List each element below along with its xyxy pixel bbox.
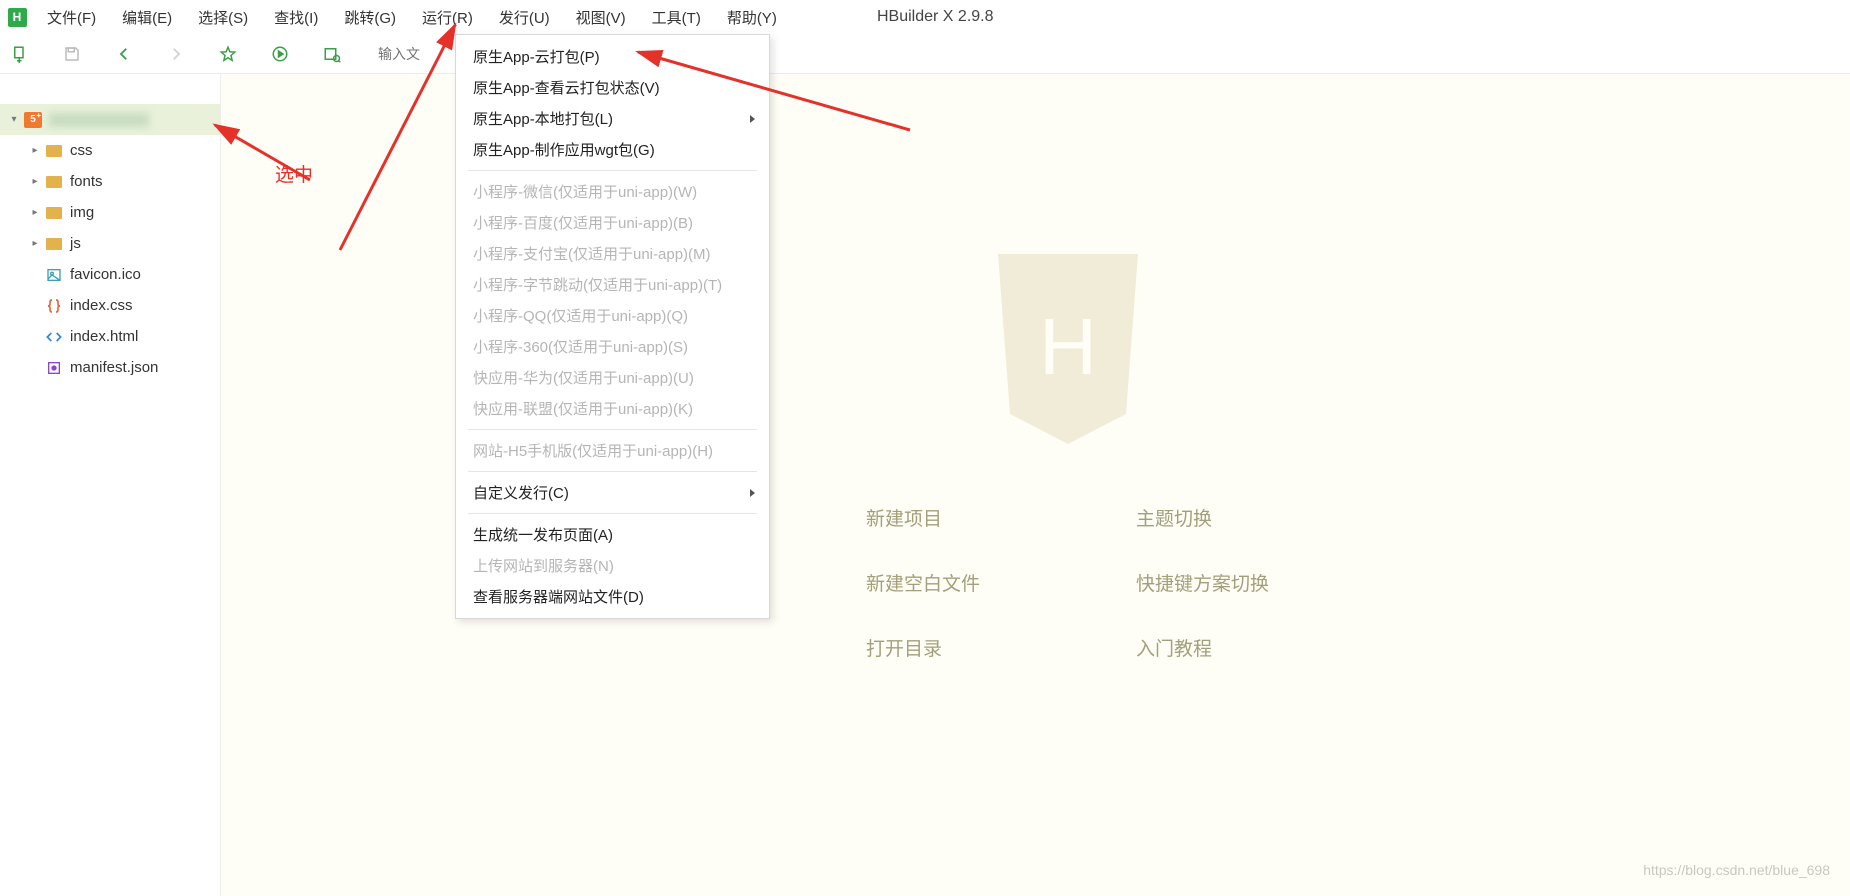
- quick-link[interactable]: 主题切换: [1136, 504, 1406, 531]
- dd-item: 上传网站到服务器(N): [456, 550, 769, 581]
- back-icon[interactable]: [112, 42, 136, 66]
- dd-separator: [468, 471, 757, 472]
- star-icon[interactable]: [216, 42, 240, 66]
- target-icon: [45, 359, 63, 377]
- tag-icon: [45, 328, 63, 346]
- chevron-right-icon: ▸: [28, 207, 42, 218]
- icon-toolbar: [0, 34, 1850, 74]
- project-tree: ▾ 5 ▸css▸fonts▸img▸js favicon.icoindex.c…: [0, 74, 221, 896]
- menu-9[interactable]: 帮助(Y): [714, 0, 790, 34]
- menu-3[interactable]: 查找(I): [261, 0, 331, 34]
- dd-item: 小程序-QQ(仅适用于uni-app)(Q): [456, 300, 769, 331]
- publish-menu-dropdown: 原生App-云打包(P)原生App-查看云打包状态(V)原生App-本地打包(L…: [455, 34, 770, 619]
- dd-item[interactable]: 查看服务器端网站文件(D): [456, 581, 769, 612]
- tree-folder-js[interactable]: ▸js: [0, 228, 220, 259]
- tree-file-manifest.json[interactable]: manifest.json: [0, 352, 220, 383]
- dd-separator: [468, 429, 757, 430]
- dd-item: 快应用-华为(仅适用于uni-app)(U): [456, 362, 769, 393]
- app-logo-letter: H: [8, 8, 27, 27]
- quick-link[interactable]: 新建项目: [866, 504, 1136, 531]
- folder-icon: [45, 204, 63, 222]
- quick-links: 新建项目新建空白文件打开目录 主题切换快捷键方案切换入门教程: [866, 504, 1406, 661]
- tree-root[interactable]: ▾ 5: [0, 104, 220, 135]
- menu-6[interactable]: 发行(U): [486, 0, 563, 34]
- quick-link[interactable]: 打开目录: [866, 634, 1136, 661]
- quick-link[interactable]: 入门教程: [1136, 634, 1406, 661]
- forward-icon[interactable]: [164, 42, 188, 66]
- chevron-right-icon: ▸: [28, 238, 42, 249]
- tree-folder-img[interactable]: ▸img: [0, 197, 220, 228]
- app-logo: H: [0, 0, 34, 34]
- tree-file-index.html[interactable]: index.html: [0, 321, 220, 352]
- project-name-blurred: [49, 113, 149, 127]
- dd-item: 小程序-百度(仅适用于uni-app)(B): [456, 207, 769, 238]
- dd-item[interactable]: 生成统一发布页面(A): [456, 519, 769, 550]
- dd-item: 小程序-360(仅适用于uni-app)(S): [456, 331, 769, 362]
- dd-item[interactable]: 自定义发行(C): [456, 477, 769, 508]
- menu-8[interactable]: 工具(T): [639, 0, 714, 34]
- tree-file-favicon.ico[interactable]: favicon.ico: [0, 259, 220, 290]
- annotation-label: 选中: [275, 160, 313, 187]
- dd-item[interactable]: 原生App-查看云打包状态(V): [456, 72, 769, 103]
- menu-bar: H 文件(F)编辑(E)选择(S)查找(I)跳转(G)运行(R)发行(U)视图(…: [0, 0, 1850, 34]
- run-icon[interactable]: [268, 42, 292, 66]
- dd-item[interactable]: 原生App-制作应用wgt包(G): [456, 134, 769, 165]
- chevron-right-icon: ▸: [28, 176, 42, 187]
- menu-4[interactable]: 跳转(G): [331, 0, 409, 34]
- dd-separator: [468, 170, 757, 171]
- project-badge-icon: 5: [24, 111, 42, 129]
- new-file-icon[interactable]: [8, 42, 32, 66]
- menu-2[interactable]: 选择(S): [185, 0, 261, 34]
- dd-item: 小程序-字节跳动(仅适用于uni-app)(T): [456, 269, 769, 300]
- tree-file-index.css[interactable]: index.css: [0, 290, 220, 321]
- quick-link[interactable]: 新建空白文件: [866, 569, 1136, 596]
- quick-link[interactable]: 快捷键方案切换: [1136, 569, 1406, 596]
- dd-item: 网站-H5手机版(仅适用于uni-app)(H): [456, 435, 769, 466]
- menu-0[interactable]: 文件(F): [34, 0, 109, 34]
- menu-5[interactable]: 运行(R): [409, 0, 486, 34]
- svg-text:H: H: [1039, 302, 1097, 391]
- app-title: HBuilder X 2.9.8: [877, 8, 994, 26]
- dd-item[interactable]: 原生App-本地打包(L): [456, 103, 769, 134]
- save-icon[interactable]: [60, 42, 84, 66]
- folder-icon: [45, 142, 63, 160]
- dd-separator: [468, 513, 757, 514]
- logo-shield-icon: H: [988, 254, 1148, 444]
- chevron-right-icon: ▸: [28, 145, 42, 156]
- watermark: https://blog.csdn.net/blue_698: [1643, 862, 1830, 878]
- tree-folder-fonts[interactable]: ▸fonts: [0, 166, 220, 197]
- tree-folder-css[interactable]: ▸css: [0, 135, 220, 166]
- dd-item[interactable]: 原生App-云打包(P): [456, 41, 769, 72]
- image-icon: [45, 266, 63, 284]
- dd-item: 小程序-支付宝(仅适用于uni-app)(M): [456, 238, 769, 269]
- dd-item: 小程序-微信(仅适用于uni-app)(W): [456, 176, 769, 207]
- chevron-down-icon: ▾: [7, 114, 21, 125]
- folder-icon: [45, 173, 63, 191]
- menu-7[interactable]: 视图(V): [563, 0, 639, 34]
- preview-icon[interactable]: [320, 42, 344, 66]
- menu-1[interactable]: 编辑(E): [109, 0, 185, 34]
- folder-icon: [45, 235, 63, 253]
- braces-icon: [45, 297, 63, 315]
- dd-item: 快应用-联盟(仅适用于uni-app)(K): [456, 393, 769, 424]
